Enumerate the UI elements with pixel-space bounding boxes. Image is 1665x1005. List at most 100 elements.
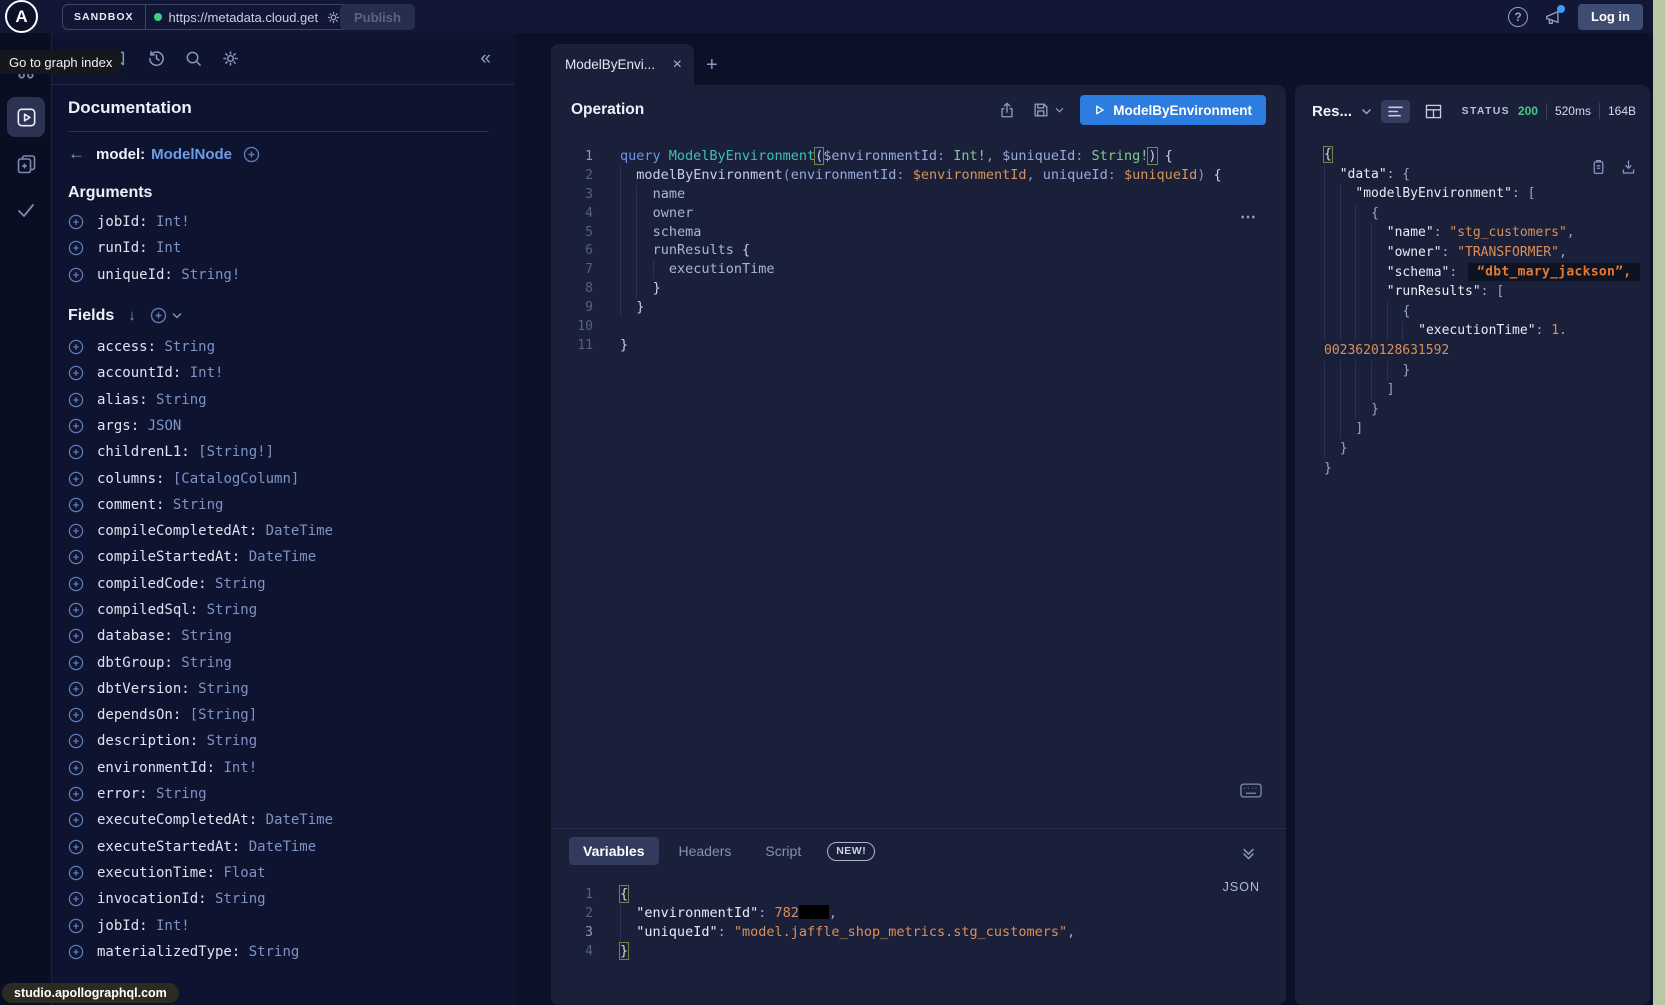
tab-variables[interactable]: Variables — [569, 837, 659, 865]
field-type[interactable]: [String] — [181, 707, 257, 723]
code-token: "modelByEnvironment" — [1355, 186, 1512, 201]
add-field-icon[interactable] — [68, 707, 84, 723]
search-icon[interactable] — [184, 49, 203, 68]
add-all-fields-button[interactable] — [150, 307, 182, 324]
code-token: ) — [1148, 148, 1156, 164]
editor-options-icon[interactable]: ⋯ — [1240, 207, 1258, 227]
add-field-icon[interactable] — [68, 891, 84, 907]
field-type[interactable]: Int! — [215, 760, 257, 776]
add-to-query-icon[interactable] — [243, 146, 260, 163]
close-tab-icon[interactable]: × — [673, 56, 682, 74]
field-type[interactable]: DateTime — [240, 549, 316, 565]
keyboard-shortcuts-icon[interactable] — [1240, 783, 1262, 798]
add-field-icon[interactable] — [68, 497, 84, 513]
new-tab-icon[interactable]: + — [706, 54, 718, 77]
operation-tab[interactable]: ModelByEnvi... × — [551, 44, 694, 85]
add-field-icon[interactable] — [68, 918, 84, 934]
add-field-icon[interactable] — [68, 681, 84, 697]
save-button[interactable] — [1032, 101, 1064, 119]
field-type[interactable]: Int! — [181, 365, 223, 381]
field-type[interactable]: String — [207, 891, 266, 907]
field-type[interactable]: String — [156, 339, 215, 355]
operations-nav-button[interactable] — [7, 97, 45, 137]
breadcrumb-type-link[interactable]: ModelNode — [151, 146, 232, 163]
response-actions — [1590, 158, 1637, 176]
sort-fields-icon[interactable]: ↓ — [128, 307, 136, 324]
download-response-icon[interactable] — [1620, 158, 1637, 176]
response-title[interactable]: Res... — [1312, 103, 1352, 120]
settings-gear-icon[interactable] — [221, 49, 240, 68]
field-type[interactable]: [String!] — [190, 444, 274, 460]
field-type[interactable]: DateTime — [240, 839, 316, 855]
add-field-icon[interactable] — [68, 786, 84, 802]
add-field-icon[interactable] — [68, 267, 84, 283]
field-type[interactable]: JSON — [139, 418, 181, 434]
add-field-icon[interactable] — [68, 865, 84, 881]
history-icon[interactable] — [147, 49, 166, 68]
add-field-icon[interactable] — [68, 733, 84, 749]
operation-editor[interactable]: 1query ModelByEnvironment($environmentId… — [551, 135, 1286, 355]
field-type[interactable]: String — [198, 733, 257, 749]
add-field-icon[interactable] — [68, 339, 84, 355]
field-type[interactable]: Int! — [148, 214, 190, 230]
code-token: , — [1567, 225, 1575, 240]
add-field-icon[interactable] — [68, 812, 84, 828]
back-arrow-icon[interactable]: ← — [68, 144, 85, 164]
help-icon[interactable]: ? — [1508, 7, 1528, 27]
checks-icon[interactable] — [0, 198, 52, 222]
add-field-icon[interactable] — [68, 444, 84, 460]
field-type[interactable]: DateTime — [257, 523, 333, 539]
add-field-icon[interactable] — [68, 418, 84, 434]
field-type[interactable]: Float — [215, 865, 266, 881]
field-type[interactable]: Int — [148, 240, 182, 256]
add-field-icon[interactable] — [68, 576, 84, 592]
collapse-panel-icon[interactable]: « — [480, 48, 491, 70]
field-type[interactable]: String — [190, 681, 249, 697]
field-type[interactable]: String — [173, 655, 232, 671]
collapse-variables-icon[interactable] — [1241, 847, 1256, 861]
field-type[interactable]: String — [240, 944, 299, 960]
copy-response-icon[interactable] — [1590, 158, 1607, 176]
announcements-megaphone-icon[interactable] — [1543, 8, 1563, 26]
add-field-icon[interactable] — [68, 839, 84, 855]
field-type[interactable]: String — [198, 602, 257, 618]
field-type[interactable]: String — [173, 628, 232, 644]
tab-headers[interactable]: Headers — [665, 837, 746, 865]
field-type[interactable]: String — [207, 576, 266, 592]
login-button[interactable]: Log in — [1578, 4, 1643, 30]
response-select-chevron-icon[interactable] — [1361, 108, 1372, 115]
share-icon[interactable] — [998, 101, 1016, 119]
field-type[interactable]: String — [164, 497, 223, 513]
endpoint-url-input[interactable] — [169, 10, 319, 25]
field-type[interactable]: String — [148, 786, 207, 802]
add-field-icon[interactable] — [68, 760, 84, 776]
add-field-icon[interactable] — [68, 549, 84, 565]
add-field-icon[interactable] — [68, 214, 84, 230]
field-type[interactable]: String! — [173, 267, 240, 283]
add-field-icon[interactable] — [68, 628, 84, 644]
add-field-icon[interactable] — [68, 655, 84, 671]
add-field-icon[interactable] — [68, 240, 84, 256]
add-field-icon[interactable] — [68, 944, 84, 960]
add-field-icon[interactable] — [68, 602, 84, 618]
operation-collections-icon[interactable] — [0, 152, 52, 176]
field-type[interactable]: Int! — [148, 918, 190, 934]
code-token: $environmentId — [913, 167, 1027, 183]
add-field-icon[interactable] — [68, 523, 84, 539]
field-type[interactable]: DateTime — [257, 812, 333, 828]
table-view-toggle[interactable] — [1419, 99, 1448, 124]
raw-view-toggle[interactable] — [1381, 100, 1410, 123]
field-type[interactable]: [CatalogColumn] — [164, 471, 299, 487]
add-field-icon[interactable] — [68, 392, 84, 408]
apollo-logo[interactable]: A — [5, 0, 38, 33]
tab-script[interactable]: Script — [751, 837, 815, 865]
code-line: 9} — [551, 298, 1286, 317]
field-type[interactable]: String — [148, 392, 207, 408]
add-field-icon[interactable] — [68, 471, 84, 487]
variables-editor[interactable]: 1{2"environmentId": 782,3"uniqueId": "mo… — [551, 885, 1286, 961]
run-operation-button[interactable]: ModelByEnvironment — [1080, 95, 1266, 125]
publish-button[interactable]: Publish — [340, 4, 415, 30]
code-line: "executionTime": 1. — [1324, 321, 1650, 341]
connection-settings-gear-icon[interactable] — [326, 10, 341, 25]
add-field-icon[interactable] — [68, 365, 84, 381]
